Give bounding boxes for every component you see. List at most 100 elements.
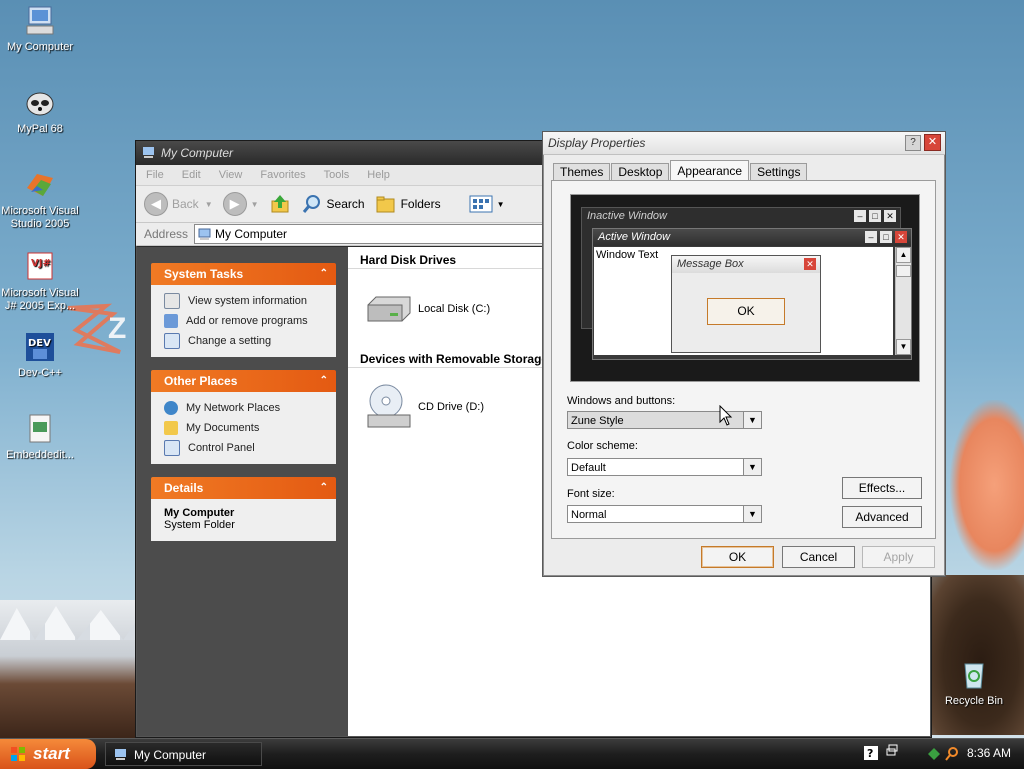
taskbar-button-my-computer[interactable]: My Computer: [105, 742, 262, 766]
chevron-down-icon[interactable]: ▼: [743, 506, 761, 522]
desktop-icon-visual-studio[interactable]: Microsoft Visual Studio 2005: [0, 168, 80, 231]
windows-buttons-label: Windows and buttons:: [567, 395, 676, 407]
up-button[interactable]: [269, 193, 291, 215]
chevron-down-icon[interactable]: ▼: [743, 412, 761, 428]
drive-local-disk-c[interactable]: Local Disk (C:): [364, 291, 490, 327]
desktop-icon-devcpp[interactable]: DEV Dev-C++: [0, 330, 80, 380]
place-my-documents[interactable]: My Documents: [164, 418, 328, 438]
close-icon: ✕: [895, 231, 907, 243]
scroll-up-icon: ▲: [896, 247, 911, 263]
menu-view[interactable]: View: [219, 169, 243, 181]
address-input[interactable]: My Computer: [194, 224, 553, 244]
details-header[interactable]: Details ⌃: [151, 477, 336, 499]
desktop-icon-recycle-bin[interactable]: Recycle Bin: [934, 658, 1014, 708]
collapse-chevron-icon[interactable]: ⌃: [320, 477, 328, 499]
folders-button[interactable]: Folders: [375, 193, 441, 215]
display-properties-dialog[interactable]: Display Properties ? ✕ Themes Desktop Ap…: [542, 131, 946, 577]
tab-desktop[interactable]: Desktop: [611, 163, 670, 181]
task-change-setting[interactable]: Change a setting: [164, 331, 328, 351]
start-button[interactable]: start: [0, 739, 96, 769]
search-icon[interactable]: [944, 746, 960, 762]
preview-inactive-title: Inactive Window: [587, 210, 667, 222]
chevron-down-icon: ▼: [204, 199, 213, 209]
drive-label: Local Disk (C:): [418, 303, 491, 315]
menu-favorites[interactable]: Favorites: [260, 169, 305, 181]
computer-icon: [115, 749, 126, 760]
collapse-chevron-icon[interactable]: ⌃: [320, 370, 328, 392]
address-label: Address: [144, 227, 189, 241]
details-name: My Computer: [164, 507, 235, 519]
views-button[interactable]: ▼: [469, 194, 505, 214]
wallpaper-hand: [950, 400, 1024, 570]
group-removable-storage: Devices with Removable Storage: [360, 352, 549, 366]
system-tasks-panel: System Tasks ⌃ View system information A…: [151, 263, 336, 357]
other-places-header[interactable]: Other Places ⌃: [151, 370, 336, 392]
tab-themes[interactable]: Themes: [553, 163, 611, 181]
maximize-icon: □: [880, 231, 892, 243]
forward-button[interactable]: ▶ ▼: [222, 192, 259, 216]
group-hard-disk-drives: Hard Disk Drives: [360, 253, 457, 267]
desktop-icon-my-computer[interactable]: My Computer: [0, 4, 80, 54]
desktop-icon-label: MyPal 68: [17, 123, 63, 135]
close-button[interactable]: ✕: [924, 134, 941, 151]
desktop-icon-visual-jsharp[interactable]: VJ# Microsoft Visual J# 2005 Exp...: [0, 250, 80, 313]
place-control-panel[interactable]: Control Panel: [164, 438, 328, 458]
back-button[interactable]: ◀ Back ▼: [144, 192, 213, 216]
search-button[interactable]: Search: [301, 193, 365, 215]
effects-button[interactable]: Effects...: [842, 477, 922, 499]
system-tasks-header[interactable]: System Tasks ⌃: [151, 263, 336, 285]
tab-appearance[interactable]: Appearance: [670, 160, 750, 181]
network-icon[interactable]: [926, 746, 942, 762]
folder-icon: [164, 421, 178, 435]
svg-text:VJ#: VJ#: [31, 258, 51, 269]
ok-button[interactable]: OK: [701, 546, 774, 568]
menu-file[interactable]: File: [146, 169, 164, 181]
color-scheme-select[interactable]: Default ▼: [567, 458, 762, 476]
desktop-icon-embeddedit[interactable]: Embeddedit...: [0, 412, 80, 462]
taskbar-clock: 8:36 AM: [967, 746, 1012, 760]
back-arrow-icon: ◀: [144, 192, 168, 216]
apply-button[interactable]: Apply: [862, 546, 935, 568]
dialog-title-bar[interactable]: Display Properties ? ✕: [543, 132, 945, 155]
drive-label: CD Drive (D:): [418, 401, 484, 413]
chevron-down-icon[interactable]: ▼: [743, 459, 761, 475]
tab-strip: Themes Desktop Appearance Settings: [553, 160, 808, 181]
menu-tools[interactable]: Tools: [324, 169, 350, 181]
tab-settings[interactable]: Settings: [750, 163, 808, 181]
folders-icon: [376, 196, 395, 213]
task-view-system-info[interactable]: View system information: [164, 291, 328, 311]
chevron-down-icon: ▼: [496, 199, 505, 209]
font-size-select[interactable]: Normal ▼: [567, 505, 762, 523]
mouse-cursor-icon: [719, 405, 733, 426]
menu-help[interactable]: Help: [367, 169, 390, 181]
wallpaper-tents: [0, 600, 140, 740]
preview-window-text: Window Text: [596, 249, 659, 261]
desktop-icon-mypal[interactable]: MyPal 68: [0, 86, 80, 136]
help-icon[interactable]: ?: [864, 746, 878, 760]
maximize-icon: □: [869, 210, 881, 222]
advanced-button[interactable]: Advanced: [842, 506, 922, 528]
drive-cd-d[interactable]: CD Drive (D:): [364, 383, 484, 431]
preview-message-title: Message Box: [677, 258, 744, 270]
wallpaper-hair: [928, 575, 1024, 735]
collapse-chevron-icon[interactable]: ⌃: [320, 263, 328, 285]
color-scheme-value: Default: [571, 462, 606, 474]
views-icon: [469, 195, 493, 213]
computer-icon: [143, 147, 154, 158]
recycle-bin-icon: [957, 658, 991, 692]
visual-studio-icon: [23, 168, 57, 202]
task-add-remove-programs[interactable]: Add or remove programs: [164, 311, 328, 331]
zune-logo-letter: Z: [108, 312, 127, 345]
windows-buttons-value: Zune Style: [571, 415, 624, 427]
cancel-button[interactable]: Cancel: [782, 546, 855, 568]
color-scheme-label: Color scheme:: [567, 440, 638, 452]
help-button[interactable]: ?: [905, 135, 921, 151]
preview-window-controls: ✕: [801, 258, 816, 270]
network-icon: [164, 401, 178, 415]
restore-icon[interactable]: [886, 744, 898, 760]
menu-edit[interactable]: Edit: [182, 169, 201, 181]
place-network[interactable]: My Network Places: [164, 398, 328, 418]
raccoon-icon: [23, 86, 57, 120]
appearance-panel: Inactive Window – □ ✕ Active Window – □ …: [551, 180, 936, 539]
preview-active-title: Active Window: [598, 231, 671, 243]
